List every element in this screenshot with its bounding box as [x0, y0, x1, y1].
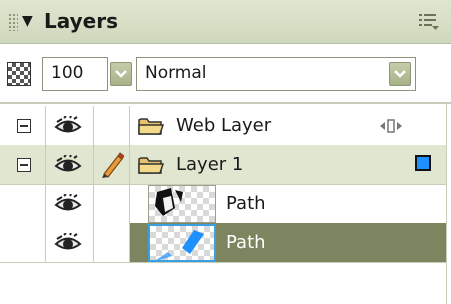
blend-mode-dropdown-button[interactable]: [389, 62, 411, 86]
layer-name-label: Layer 1: [176, 154, 244, 175]
layer-name-label: Web Layer: [176, 115, 272, 136]
collapse-toggle-icon[interactable]: [17, 158, 31, 172]
layer-name-label: Path: [226, 232, 266, 253]
path-thumbnail: [148, 224, 216, 262]
expand-cell: [0, 184, 46, 223]
expand-cell: [0, 106, 46, 145]
collapse-toggle-icon[interactable]: [17, 119, 31, 133]
folder-icon: [138, 118, 164, 135]
opacity-dropdown-button[interactable]: [110, 62, 132, 86]
layer-name-label: Path: [226, 193, 266, 214]
chevron-down-icon: [394, 70, 406, 78]
grip-icon[interactable]: [8, 13, 18, 31]
layer-name-cell[interactable]: Path: [130, 184, 446, 223]
options-menu-icon[interactable]: [418, 12, 440, 32]
blend-mode-select[interactable]: Normal: [136, 57, 416, 91]
eye-icon[interactable]: [54, 155, 82, 175]
expand-cell: [0, 223, 46, 262]
lock-cell[interactable]: [94, 223, 130, 262]
web-layer-drag-icon[interactable]: [380, 119, 402, 133]
path-thumbnail-icon: [155, 188, 183, 216]
opacity-input[interactable]: 100: [42, 57, 108, 91]
pencil-icon: [102, 152, 124, 178]
opacity-checker-icon: [7, 62, 31, 86]
layer-row-web-layer[interactable]: Web Layer: [0, 106, 446, 146]
eye-icon[interactable]: [54, 194, 82, 214]
edit-cell[interactable]: [94, 145, 130, 184]
lock-cell[interactable]: [94, 106, 130, 145]
eye-icon[interactable]: [54, 116, 82, 136]
panel-edge: [446, 104, 447, 304]
layer-name-cell[interactable]: Layer 1: [130, 145, 446, 184]
collapse-triangle-icon[interactable]: ▼: [22, 13, 33, 29]
lock-cell[interactable]: [94, 184, 130, 223]
folder-icon: [138, 157, 164, 174]
panel-title: Layers: [44, 9, 118, 33]
layer-row-path-selected[interactable]: Path: [0, 223, 446, 263]
panel-titlebar[interactable]: ▼ Layers: [0, 0, 451, 44]
layer-name-cell[interactable]: Path: [130, 223, 446, 262]
layers-panel: ▼ Layers 100 Normal Web Layer Layer 1 Pa…: [0, 0, 451, 304]
layer-row-layer-1[interactable]: Layer 1: [0, 145, 446, 185]
path-thumbnail-icon: [156, 230, 204, 260]
chevron-down-icon: [115, 70, 127, 78]
expand-cell: [0, 145, 46, 184]
eye-icon[interactable]: [54, 233, 82, 253]
layer-color-chip[interactable]: [415, 155, 431, 171]
path-thumbnail: [148, 185, 216, 223]
layer-row-path[interactable]: Path: [0, 184, 446, 224]
visibility-cell[interactable]: [46, 145, 94, 184]
layer-name-cell[interactable]: Web Layer: [130, 106, 446, 145]
visibility-cell[interactable]: [46, 106, 94, 145]
visibility-cell[interactable]: [46, 223, 94, 262]
visibility-cell[interactable]: [46, 184, 94, 223]
